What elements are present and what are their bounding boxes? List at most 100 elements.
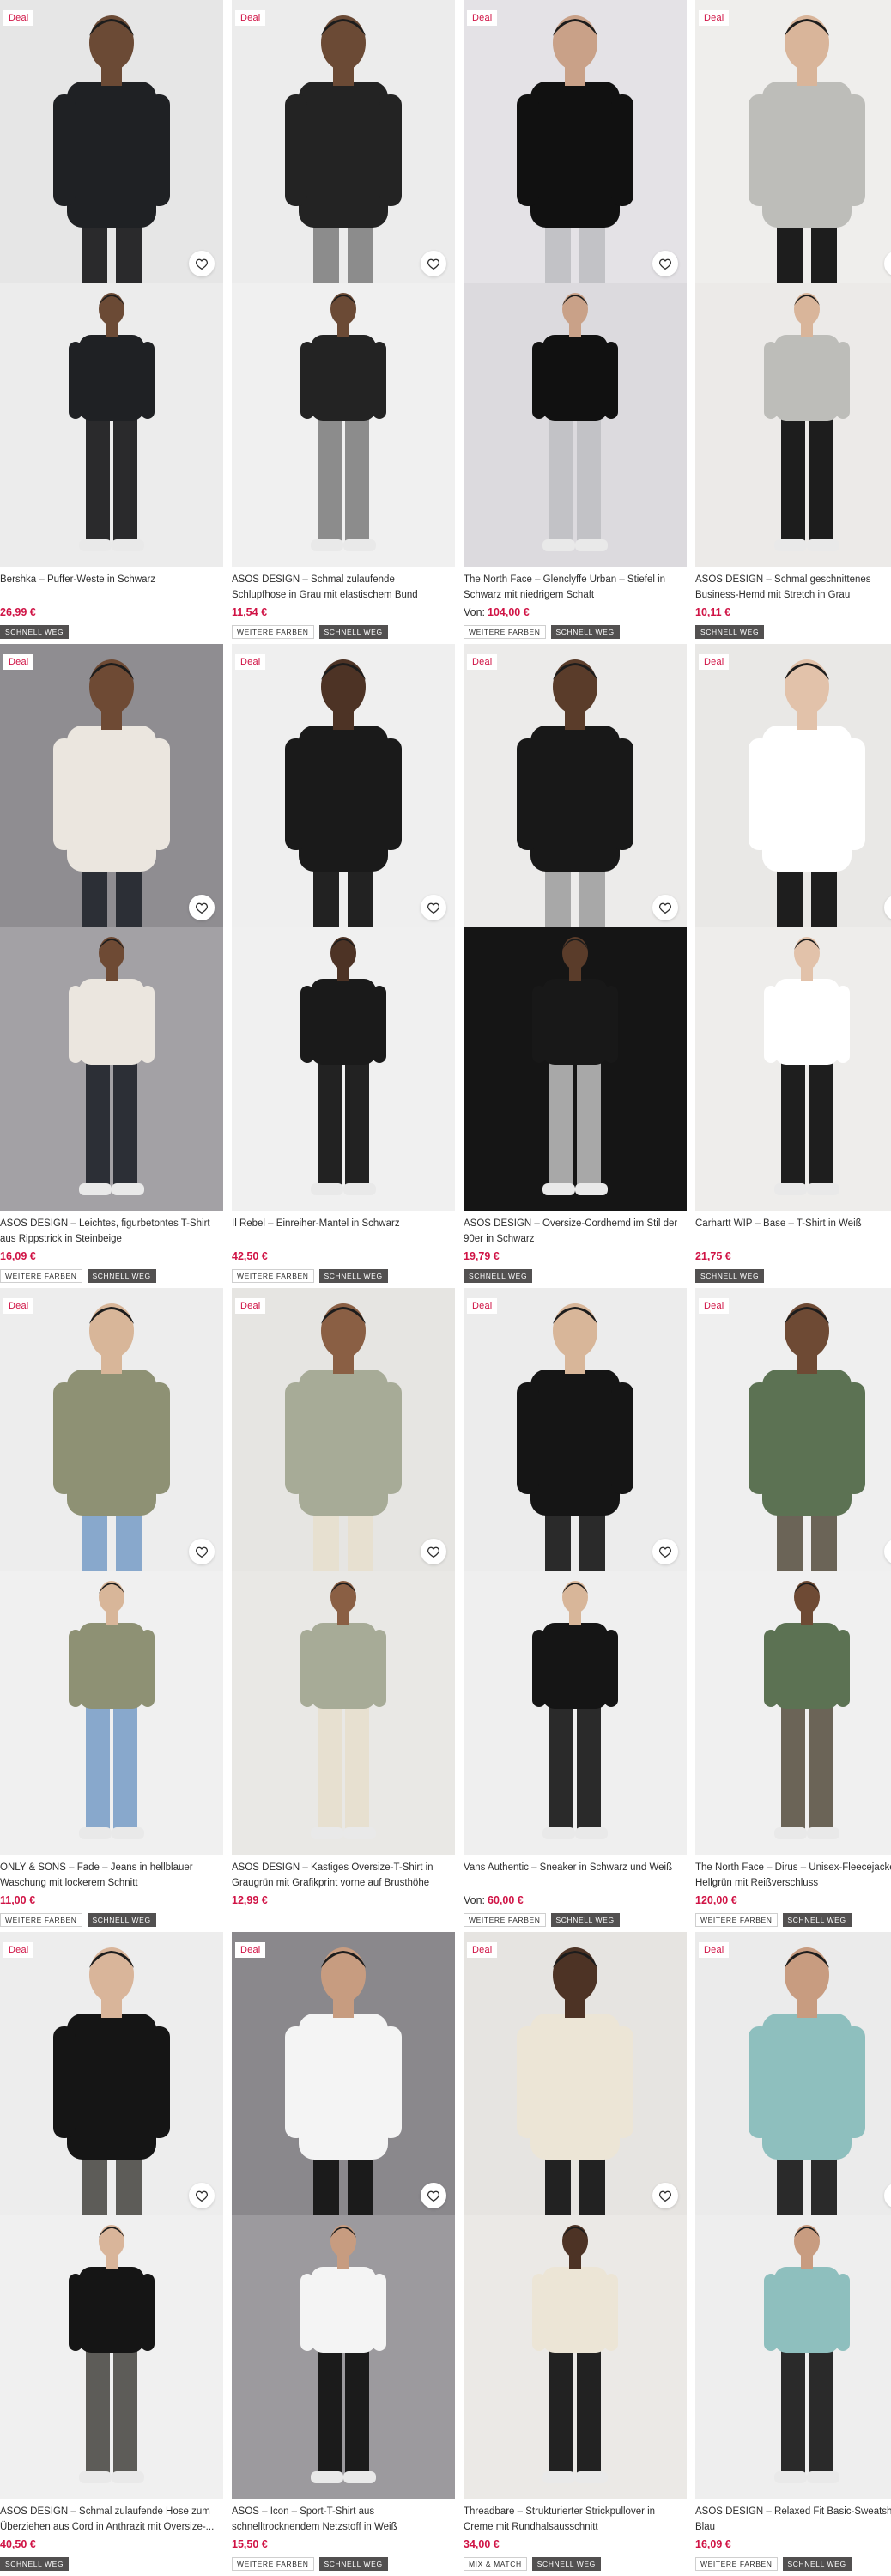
product-card[interactable]: Deal Carhartt WIP – Base – T-Shirt in Wei… — [695, 644, 891, 1283]
product-title[interactable]: Bershka – Puffer-Weste in Schwarz — [0, 572, 223, 603]
product-title[interactable]: ASOS DESIGN – Kastiges Oversize-T-Shirt … — [232, 1860, 455, 1891]
deal-badge: Deal — [3, 654, 34, 670]
product-card[interactable]: Deal ASOS DESIGN – Schmal geschnittenes B… — [695, 0, 891, 639]
product-price-row: 15,50 € — [232, 2538, 455, 2552]
product-photo-alt — [232, 283, 455, 567]
product-image[interactable]: Deal — [464, 0, 687, 567]
product-card[interactable]: Deal ASOS DESIGN – Schmal zulaufende Schl… — [232, 0, 455, 639]
product-image[interactable]: Deal — [0, 1932, 223, 2499]
product-card[interactable]: Deal Vans Authentic – Sneaker in Schwarz … — [464, 1288, 687, 1927]
save-for-later-button[interactable] — [421, 2183, 446, 2208]
product-photo-main — [232, 644, 455, 927]
product-title[interactable]: ASOS DESIGN – Leichtes, figurbetontes T-… — [0, 1216, 223, 1247]
product-card[interactable]: Deal ASOS DESIGN – Kastiges Oversize-T-Sh… — [232, 1288, 455, 1927]
product-photo-main — [0, 1288, 223, 1571]
product-price-row: 21,75 € — [695, 1250, 891, 1264]
product-card[interactable]: Deal Bershka – Puffer-Weste in Schwarz 26,… — [0, 0, 223, 639]
product-image[interactable]: Deal — [232, 1288, 455, 1855]
product-tags: SCHNELL WEG — [0, 625, 223, 639]
product-image[interactable]: Deal — [232, 1932, 455, 2499]
product-title[interactable]: ONLY & SONS – Fade – Jeans in hellblauer… — [0, 1860, 223, 1891]
heart-icon — [659, 258, 671, 270]
product-title[interactable]: Carhartt WIP – Base – T-Shirt in Weiß — [695, 1216, 891, 1247]
deal-badge: Deal — [699, 10, 730, 26]
product-image[interactable]: Deal — [695, 1288, 891, 1855]
deal-badge: Deal — [235, 10, 266, 26]
product-price: 34,00 € — [464, 2538, 500, 2550]
product-title[interactable]: ASOS – Icon – Sport-T-Shirt aus schnellt… — [232, 2504, 455, 2535]
product-photo-alt — [695, 2215, 891, 2499]
product-price-row: 40,50 € — [0, 2538, 223, 2552]
product-image[interactable]: Deal — [232, 644, 455, 1211]
save-for-later-button[interactable] — [652, 2183, 678, 2208]
product-card[interactable]: Deal ASOS – Icon – Sport-T-Shirt aus schn… — [232, 1932, 455, 2571]
save-for-later-button[interactable] — [421, 1539, 446, 1564]
save-for-later-button[interactable] — [421, 895, 446, 920]
product-title[interactable]: Vans Authentic – Sneaker in Schwarz und … — [464, 1860, 687, 1891]
product-card[interactable]: Deal Il Rebel – Einreiher-Mantel in Schwa… — [232, 644, 455, 1283]
product-image[interactable]: Deal — [232, 0, 455, 567]
product-title[interactable]: ASOS DESIGN – Relaxed Fit Basic-Sweatshi… — [695, 2504, 891, 2535]
product-title[interactable]: ASOS DESIGN – Oversize-Cordhemd im Stil … — [464, 1216, 687, 1247]
product-card[interactable]: Deal ASOS DESIGN – Relaxed Fit Basic-Swea… — [695, 1932, 891, 2571]
save-for-later-button[interactable] — [189, 1539, 215, 1564]
product-title[interactable]: Threadbare – Strukturierter Strickpullov… — [464, 2504, 687, 2535]
save-for-later-button[interactable] — [189, 895, 215, 920]
heart-icon — [427, 2190, 439, 2202]
product-title[interactable]: ASOS DESIGN – Schmal geschnittenes Busin… — [695, 572, 891, 603]
product-tags: SCHNELL WEG — [464, 1269, 687, 1283]
deal-badge: Deal — [699, 1298, 730, 1314]
deal-badge: Deal — [3, 10, 34, 26]
product-image[interactable]: Deal — [464, 644, 687, 1211]
product-price-row: 12,99 € — [232, 1894, 455, 1908]
save-for-later-button[interactable] — [189, 2183, 215, 2208]
product-card[interactable]: Deal ASOS DESIGN – Leichtes, figurbetonte… — [0, 644, 223, 1283]
product-image[interactable]: Deal — [0, 0, 223, 567]
product-image[interactable]: Deal — [0, 1288, 223, 1855]
product-image[interactable]: Deal — [0, 644, 223, 1211]
deal-badge: Deal — [235, 654, 266, 670]
product-card[interactable]: Deal ONLY & SONS – Fade – Jeans in hellbl… — [0, 1288, 223, 1927]
product-title[interactable]: ASOS DESIGN – Schmal zulaufende Hose zum… — [0, 2504, 223, 2535]
product-image[interactable]: Deal — [695, 1932, 891, 2499]
deal-badge: Deal — [699, 1942, 730, 1958]
product-photo-alt — [695, 1571, 891, 1855]
product-image[interactable]: Deal — [464, 1932, 687, 2499]
product-tags: WEITERE FARBEN SCHNELL WEG — [464, 1913, 687, 1927]
product-tags: SCHNELL WEG — [0, 2557, 223, 2571]
product-title[interactable]: ASOS DESIGN – Schmal zulaufende Schlupfh… — [232, 572, 455, 603]
product-price: 21,75 € — [695, 1250, 731, 1262]
product-photo-main — [0, 0, 223, 283]
product-card[interactable]: Deal The North Face – Dirus – Unisex-Flee… — [695, 1288, 891, 1927]
product-image[interactable]: Deal — [695, 0, 891, 567]
product-price: 11,54 € — [232, 606, 268, 618]
product-title[interactable]: Il Rebel – Einreiher-Mantel in Schwarz — [232, 1216, 455, 1247]
product-photo-main — [464, 0, 687, 283]
product-photo-main — [464, 1288, 687, 1571]
selling-fast-badge: SCHNELL WEG — [695, 625, 765, 639]
selling-fast-badge: SCHNELL WEG — [318, 2557, 388, 2571]
product-card[interactable]: Deal ASOS DESIGN – Schmal zulaufende Hose… — [0, 1932, 223, 2571]
product-tags: SCHNELL WEG — [695, 625, 891, 639]
selling-fast-badge: SCHNELL WEG — [782, 2557, 852, 2571]
save-for-later-button[interactable] — [421, 251, 446, 276]
product-image[interactable]: Deal — [695, 644, 891, 1211]
product-image[interactable]: Deal — [464, 1288, 687, 1855]
deal-badge: Deal — [235, 1942, 266, 1958]
heart-icon — [659, 2190, 671, 2202]
product-tags: WEITERE FARBEN SCHNELL WEG — [695, 1913, 891, 1927]
product-photo-main — [232, 0, 455, 283]
product-card[interactable]: Deal ASOS DESIGN – Oversize-Cordhemd im S… — [464, 644, 687, 1283]
product-price: 104,00 € — [488, 606, 530, 618]
save-for-later-button[interactable] — [652, 1539, 678, 1564]
save-for-later-button[interactable] — [652, 895, 678, 920]
product-price: 26,99 € — [0, 606, 36, 618]
product-card[interactable]: Deal The North Face – Glenclyffe Urban – … — [464, 0, 687, 639]
save-for-later-button[interactable] — [652, 251, 678, 276]
product-card[interactable]: Deal Threadbare – Strukturierter Strickpu… — [464, 1932, 687, 2571]
product-price-row: 19,79 € — [464, 1250, 687, 1264]
product-photo-alt — [232, 1571, 455, 1855]
product-title[interactable]: The North Face – Dirus – Unisex-Fleeceja… — [695, 1860, 891, 1891]
product-title[interactable]: The North Face – Glenclyffe Urban – Stie… — [464, 572, 687, 603]
save-for-later-button[interactable] — [189, 251, 215, 276]
